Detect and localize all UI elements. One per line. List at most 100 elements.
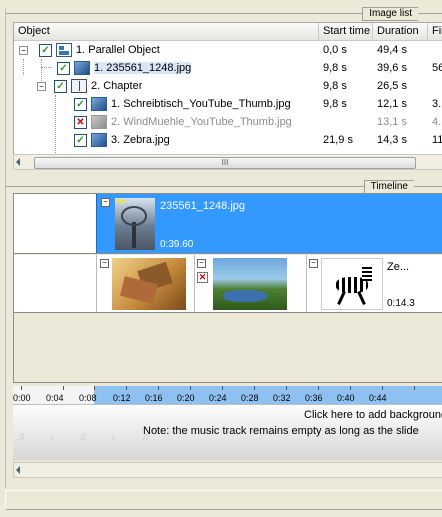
image-list-tree[interactable]: Object Start time Duration File − ✓ 1. P… xyxy=(13,22,442,156)
timeline-clip[interactable]: − Ze... 0:14.3 xyxy=(309,255,442,312)
checkbox-checked-icon[interactable]: ✓ xyxy=(54,80,67,93)
ruler-label: 0:20 xyxy=(177,393,195,403)
ruler-label: 0:04 xyxy=(46,393,64,403)
zebra-leg xyxy=(357,291,366,305)
row-duration: 14,3 s xyxy=(377,134,407,146)
ruler-tick xyxy=(190,386,191,390)
row-duration: 49,4 s xyxy=(377,44,407,56)
column-start-time[interactable]: Start time xyxy=(319,23,373,40)
fx-badge: FX xyxy=(116,199,125,206)
clip-thumbnail-zebra xyxy=(321,258,383,310)
tree-row[interactable]: ✓ 1. Schreibtisch_YouTube_Thumb.jpg 9,8 … xyxy=(14,95,442,113)
timeline-label: Timeline xyxy=(363,180,414,194)
column-file[interactable]: File xyxy=(428,23,442,40)
collapse-icon[interactable]: − xyxy=(197,259,206,268)
ruler-label: 0:24 xyxy=(209,393,227,403)
music-note-icon: ↓ xyxy=(111,431,117,443)
clip-thumbnail-windmill xyxy=(213,258,287,310)
pane-left-border xyxy=(5,8,6,488)
clip-duration: 0:14.3 xyxy=(387,298,415,309)
ruler-label: 0:00 xyxy=(13,393,31,403)
ruler-tick xyxy=(21,386,22,390)
ruler-tick xyxy=(254,386,255,390)
tree-header: Object Start time Duration File xyxy=(14,23,442,41)
ruler-tick xyxy=(414,386,415,390)
timeline-horizontal-scrollbar[interactable] xyxy=(13,462,442,478)
row-name: 1. Parallel Object xyxy=(76,44,160,56)
excluded-x-icon[interactable]: ✕ xyxy=(197,272,208,283)
row-name: 1. Schreibtisch_YouTube_Thumb.jpg xyxy=(111,98,291,110)
clip-thumbnail-tree: FX xyxy=(115,198,155,250)
ruler-tick xyxy=(382,386,383,390)
tree-crown xyxy=(121,206,147,226)
row-file: 3. xyxy=(432,98,442,110)
checkbox-checked-icon[interactable]: ✓ xyxy=(74,134,87,147)
row-start: 9,8 s xyxy=(323,62,347,74)
timeline-clip-selected[interactable]: − FX 235561_1248.jpg 0:39.60 xyxy=(96,194,442,253)
row-name: 2. WindMuehle_YouTube_Thumb.jpg xyxy=(111,116,292,128)
ruler-label: 0:44 xyxy=(369,393,387,403)
row-name: 3. Zebra.jpg xyxy=(111,134,170,146)
checkbox-checked-icon[interactable]: ✓ xyxy=(57,62,70,75)
music-track[interactable]: Click here to add background Note: the m… xyxy=(13,404,442,460)
image-list-horizontal-scrollbar[interactable]: III xyxy=(13,154,442,170)
checkbox-checked-icon[interactable]: ✓ xyxy=(74,98,87,111)
row-name: 1. 235561_1248.jpg xyxy=(94,59,192,77)
image-icon xyxy=(91,133,107,147)
add-background-music-link[interactable]: Click here to add background xyxy=(304,409,442,421)
timeline-track-parallel[interactable]: − FX 235561_1248.jpg 0:39.60 xyxy=(14,194,442,254)
image-list-label: Image list xyxy=(362,7,418,21)
checkbox-excluded-icon[interactable]: ✕ xyxy=(74,116,87,129)
ruler-label: 0:08 xyxy=(79,393,97,403)
timeline-clip[interactable]: − xyxy=(100,255,190,312)
tree-row[interactable]: ✓ 3. Zebra.jpg 21,9 s 14,3 s 11 xyxy=(14,131,442,149)
zebra-head xyxy=(362,267,372,281)
row-start: 9,8 s xyxy=(323,80,347,92)
tree-row[interactable]: − ✓ 2. Chapter 9,8 s 26,5 s xyxy=(14,77,442,95)
row-name-text: 1. 235561_1248.jpg xyxy=(94,62,192,74)
ruler-tick xyxy=(318,386,319,390)
scroll-left-arrow-icon[interactable] xyxy=(16,466,20,474)
clip-title: 235561_1248.jpg xyxy=(160,200,246,212)
clip-duration: 0:39.60 xyxy=(160,239,194,250)
tree-row[interactable]: − ✓ 1. Parallel Object 0,0 s 49,4 s xyxy=(14,41,442,59)
row-start: 0,0 s xyxy=(323,44,347,56)
collapse-icon[interactable]: − xyxy=(309,259,318,268)
timeline-panel[interactable]: − FX 235561_1248.jpg 0:39.60 − − ✕ − Ze.… xyxy=(13,193,442,383)
collapse-icon[interactable]: − xyxy=(19,46,28,55)
ruler-label: 0:32 xyxy=(273,393,291,403)
tree-row-disabled[interactable]: ✕ 2. WindMuehle_YouTube_Thumb.jpg 13,1 s… xyxy=(14,113,442,131)
ruler-label: 0:16 xyxy=(145,393,163,403)
ruler-tick xyxy=(126,386,127,390)
zebra-leg xyxy=(337,291,346,305)
collapse-icon[interactable]: − xyxy=(100,259,109,268)
clip-separator xyxy=(306,255,307,312)
music-note-icon: ↓ xyxy=(49,431,55,443)
column-duration[interactable]: Duration xyxy=(373,23,428,40)
row-name: 2. Chapter xyxy=(91,80,143,92)
checkbox-checked-icon[interactable]: ✓ xyxy=(39,44,52,57)
column-object[interactable]: Object xyxy=(14,23,319,40)
clip-thumbnail-desk xyxy=(112,258,186,310)
timeline-clip-excluded[interactable]: − ✕ xyxy=(197,255,302,312)
scrollbar-thumb[interactable]: III xyxy=(34,157,416,169)
tree-row-selected[interactable]: ✓ 1. 235561_1248.jpg 9,8 s 39,6 s 56 xyxy=(14,59,442,77)
row-duration: 39,6 s xyxy=(377,62,407,74)
scroll-left-arrow-icon[interactable] xyxy=(16,158,20,166)
row-file: 4. xyxy=(432,116,442,128)
clip-title: Ze... xyxy=(387,261,410,273)
ruler-tick xyxy=(286,386,287,390)
music-note-icon: ♫ xyxy=(17,431,26,443)
collapse-icon[interactable]: − xyxy=(101,198,110,207)
image-icon xyxy=(91,97,107,111)
music-track-note: Note: the music track remains empty as l… xyxy=(143,425,419,437)
chapter-book-icon xyxy=(71,79,87,93)
ruler-label: 0:36 xyxy=(305,393,323,403)
row-file: 56 xyxy=(432,62,442,74)
ruler-tick xyxy=(94,386,95,390)
timeline-ruler[interactable]: 0:00 0:04 0:08 0:12 0:16 0:20 0:24 0:28 … xyxy=(13,386,442,404)
chapter-left-gap xyxy=(96,255,97,312)
image-icon xyxy=(91,115,107,129)
collapse-icon[interactable]: − xyxy=(37,82,46,91)
timeline-track-chapter[interactable]: − − ✕ − Ze... 0:14.3 xyxy=(14,255,442,313)
